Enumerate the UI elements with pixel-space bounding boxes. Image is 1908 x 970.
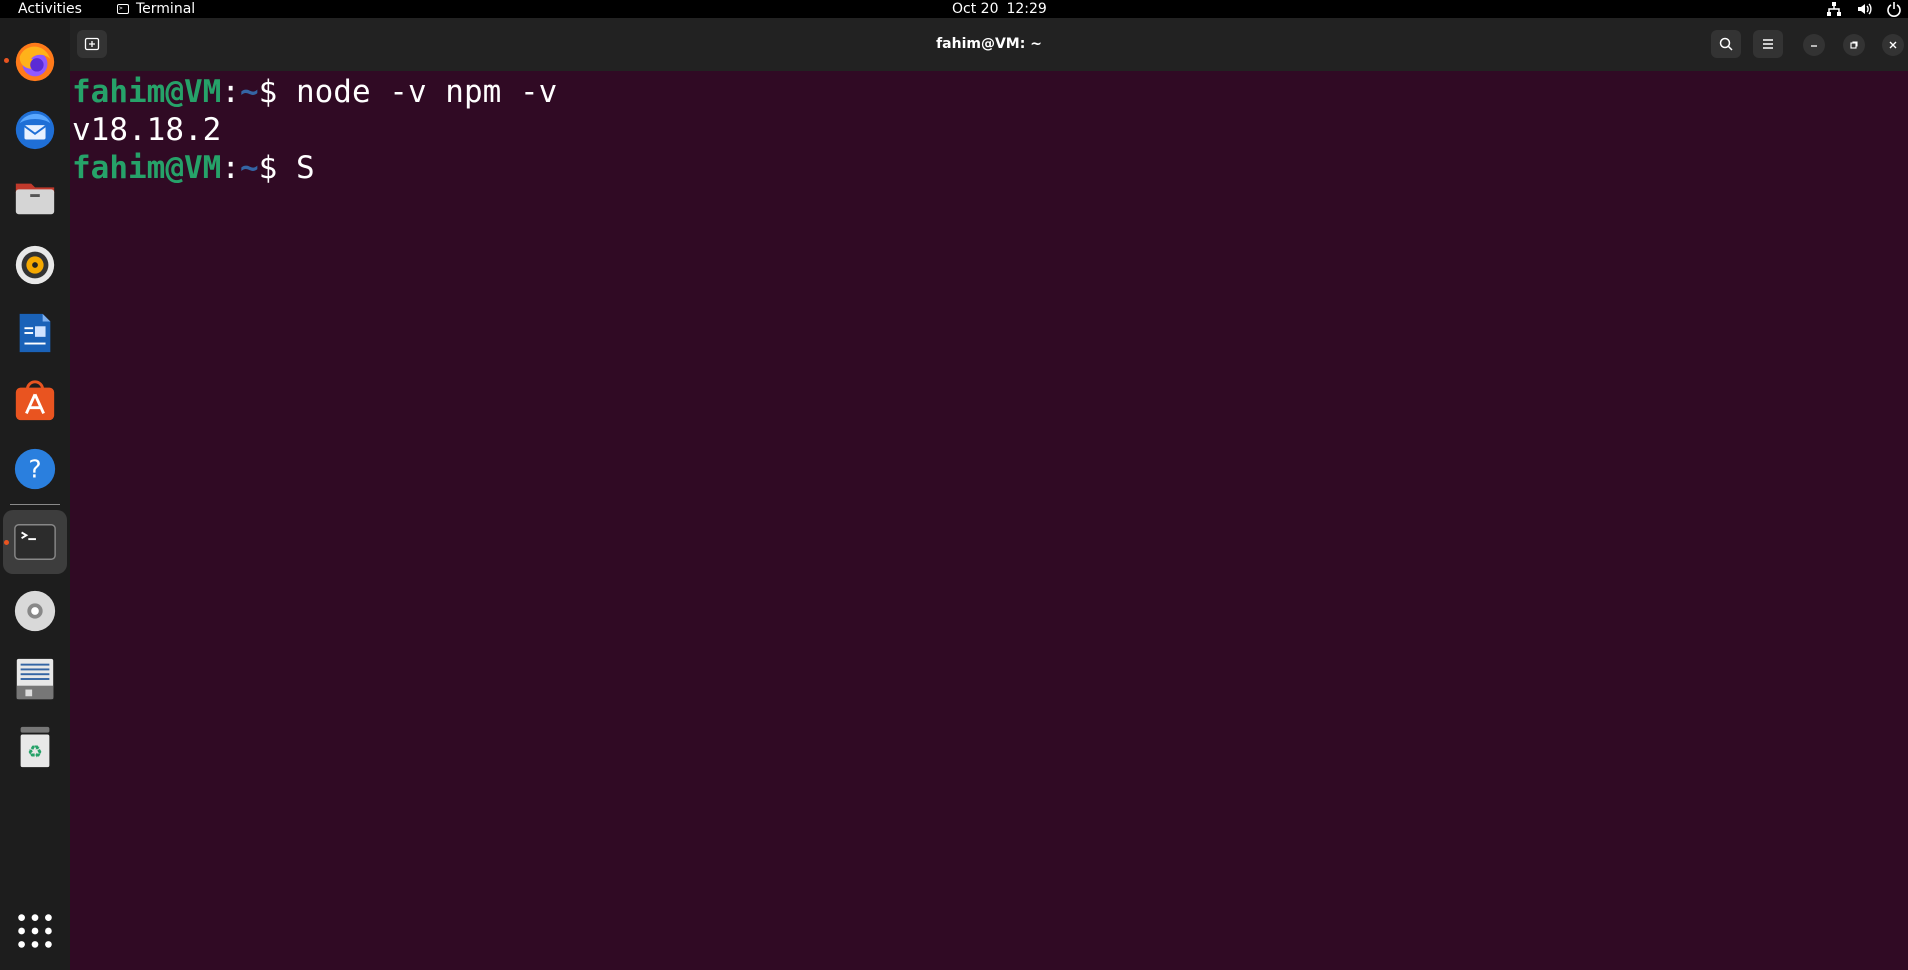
prompt-path: ~	[239, 150, 259, 186]
app-menu-label: Terminal	[136, 1, 196, 17]
text-editor-icon	[16, 658, 54, 700]
terminal-content[interactable]: fahim@VM:~$ node -v npm -v v18.18.2 fahim@…	[72, 73, 1902, 963]
menu-button[interactable]	[1753, 30, 1783, 58]
dock-item-trash[interactable]: ♻	[10, 722, 60, 772]
terminal-window: fahim@VM: ~ fahim@VM:~$ node -v npm -v v…	[70, 18, 1908, 970]
minimize-button[interactable]	[1803, 34, 1825, 56]
terminal-mini-icon: >	[117, 4, 129, 14]
restore-icon	[1850, 41, 1858, 49]
svg-text:?: ?	[28, 455, 41, 484]
thunderbird-icon	[15, 110, 55, 150]
terminal-line: fahim@VM:~$ S	[72, 149, 1902, 187]
dock-item-thunderbird[interactable]	[10, 104, 60, 154]
prompt-path: ~	[239, 74, 259, 110]
help-icon: ?	[14, 448, 56, 490]
dock-item-help[interactable]: ?	[10, 444, 60, 494]
system-tray[interactable]	[1826, 0, 1902, 18]
window-title: fahim@VM: ~	[936, 36, 1042, 52]
terminal-line: fahim@VM:~$ node -v npm -v	[72, 73, 1902, 111]
command-output: v18.18.2	[72, 112, 222, 148]
terminal-icon	[14, 524, 56, 560]
clock-time: 12:29	[1006, 1, 1047, 17]
terminal-line: v18.18.2	[72, 111, 1902, 149]
clock-button[interactable]: Oct 20 12:29	[952, 0, 1055, 18]
running-indicator	[4, 58, 9, 63]
trash-icon: ♻	[20, 726, 50, 768]
top-bar: Activities > Terminal Oct 20 12:29	[0, 0, 1908, 18]
show-apps-button[interactable]	[10, 906, 60, 956]
dock-item-firefox[interactable]	[10, 36, 60, 86]
clock-date: Oct 20	[952, 1, 999, 17]
disc-icon	[14, 590, 56, 632]
dock-item-disc[interactable]	[10, 586, 60, 636]
svg-text:♻: ♻	[27, 743, 42, 763]
prompt-separator: :	[221, 74, 240, 110]
search-button[interactable]	[1711, 30, 1741, 58]
prompt-symbol: $	[258, 150, 296, 186]
network-icon	[1827, 2, 1841, 16]
activities-button[interactable]: Activities	[18, 0, 82, 18]
hamburger-menu-icon	[1763, 39, 1773, 49]
volume-icon	[1858, 3, 1872, 15]
writer-icon	[19, 313, 51, 353]
prompt-symbol: $	[258, 74, 296, 110]
close-button[interactable]	[1882, 34, 1904, 56]
dock-item-files[interactable]	[10, 172, 60, 222]
dock-item-app-center[interactable]	[10, 376, 60, 426]
firefox-icon	[15, 42, 55, 82]
prompt-user: fahim@VM	[72, 150, 222, 186]
dock: ? ♻	[0, 18, 70, 970]
window-header: fahim@VM: ~	[70, 18, 1908, 71]
prompt-user: fahim@VM	[72, 74, 222, 110]
command-text: node -v npm -v	[295, 74, 558, 110]
search-icon	[1719, 37, 1733, 51]
dock-item-writer[interactable]	[10, 308, 60, 358]
app-grid-icon	[18, 914, 52, 948]
close-icon	[1889, 41, 1897, 49]
running-indicator	[4, 540, 9, 545]
dock-item-text-editor[interactable]	[10, 654, 60, 704]
files-icon	[15, 183, 55, 215]
rhythmbox-icon	[15, 245, 55, 285]
app-center-icon	[15, 380, 55, 421]
dock-separator	[10, 504, 60, 505]
minimize-icon	[1811, 45, 1817, 47]
dock-item-terminal[interactable]	[10, 517, 60, 567]
command-text: S	[295, 150, 315, 186]
maximize-button[interactable]	[1843, 34, 1865, 56]
power-icon	[1887, 2, 1901, 17]
dock-item-rhythmbox[interactable]	[10, 240, 60, 290]
prompt-separator: :	[221, 150, 240, 186]
app-menu-button[interactable]: > Terminal	[117, 0, 195, 18]
